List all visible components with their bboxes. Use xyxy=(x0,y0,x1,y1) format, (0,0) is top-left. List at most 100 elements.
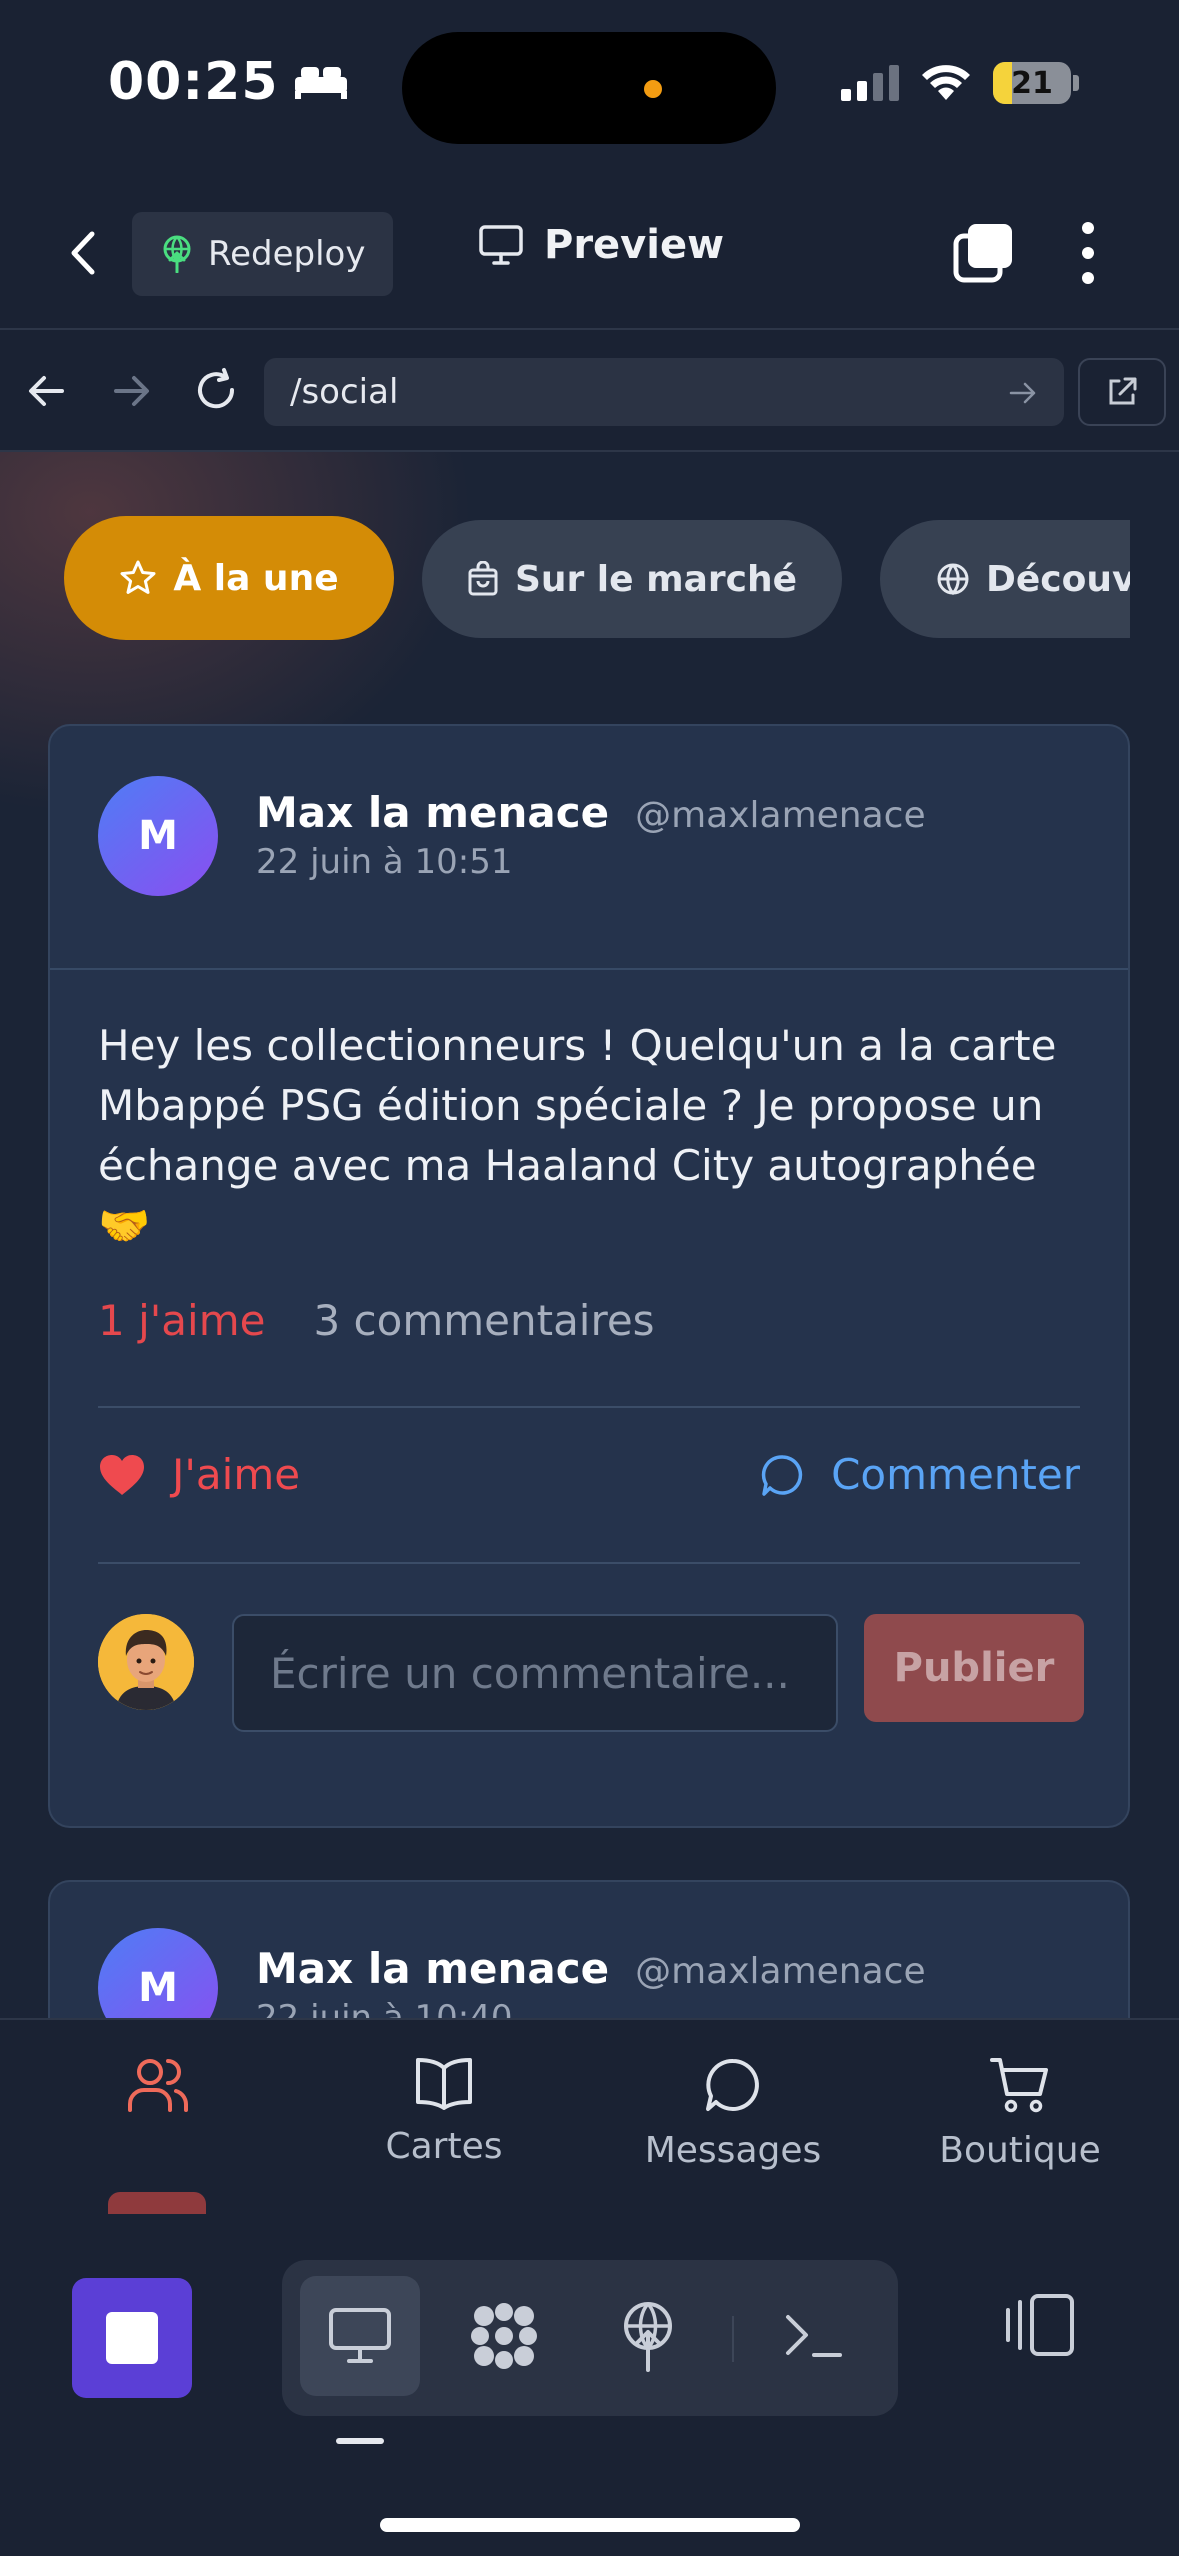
chip-featured[interactable]: À la une xyxy=(64,516,394,640)
author-name[interactable]: Max la menace xyxy=(256,788,609,837)
message-circle-icon xyxy=(704,2056,762,2114)
chip-discover[interactable]: Découvr xyxy=(880,520,1130,638)
bed-icon xyxy=(293,63,349,101)
filter-chips: À la une Sur le marché Découvr xyxy=(64,516,1130,646)
tab-shop[interactable]: Boutique xyxy=(900,2056,1140,2171)
likes-count[interactable]: 1 j'aime xyxy=(98,1296,265,1345)
author-line: Max la menace @maxlamenace xyxy=(256,788,926,837)
tool-separator xyxy=(732,2316,734,2362)
preview-button[interactable]: Preview xyxy=(478,222,724,268)
tool-dock xyxy=(0,2214,1179,2556)
molecule-icon xyxy=(471,2303,537,2369)
tab-label: Cartes xyxy=(385,2126,503,2167)
tabs-icon xyxy=(953,224,1012,283)
reload-button[interactable] xyxy=(192,366,240,414)
tool-preview[interactable] xyxy=(300,2276,420,2396)
globe-icon xyxy=(936,562,970,596)
browser-back-button[interactable] xyxy=(26,370,68,412)
chip-label: Découvr xyxy=(986,558,1130,600)
side-panel-icon xyxy=(1006,2294,1074,2356)
dynamic-island xyxy=(402,32,776,144)
reload-icon xyxy=(198,368,235,409)
post-date: 22 juin à 10:51 xyxy=(256,842,513,882)
author-avatar[interactable]: M xyxy=(98,1928,218,2018)
redeploy-button[interactable]: Redeploy xyxy=(132,212,394,296)
shopping-cart-icon xyxy=(990,2056,1050,2114)
wifi-icon xyxy=(921,64,971,102)
monitor-icon xyxy=(478,224,524,266)
like-label: J'aime xyxy=(172,1450,301,1499)
comment-button[interactable]: Commenter xyxy=(761,1450,1080,1499)
tab-label: Messages xyxy=(644,2130,822,2171)
divider xyxy=(98,1562,1080,1564)
back-button[interactable] xyxy=(60,228,110,278)
open-book-icon xyxy=(414,2056,474,2110)
go-arrow-icon[interactable] xyxy=(1008,378,1038,408)
author-line: Max la menace @maxlamenace xyxy=(256,1944,926,1993)
open-external-button[interactable] xyxy=(1078,358,1166,426)
social-page: À la une Sur le marché Découvr M Max la … xyxy=(0,452,1179,2018)
monitor-icon xyxy=(329,2308,391,2363)
more-options-button[interactable] xyxy=(1068,220,1108,286)
post-date: 22 juin à 10:40 xyxy=(256,1998,513,2018)
current-user-avatar xyxy=(98,1614,194,1710)
battery-level: 21 xyxy=(1011,65,1053,101)
status-right: 21 xyxy=(841,62,1079,104)
kebab-menu-icon xyxy=(1082,222,1094,284)
author-avatar[interactable]: M xyxy=(98,776,218,896)
deploy-icon xyxy=(160,235,194,273)
author-handle[interactable]: @maxlamenace xyxy=(635,1951,926,1992)
tab-social[interactable] xyxy=(38,2056,278,2130)
post-header: M Max la menace @maxlamenace 22 juin à 1… xyxy=(50,1882,1128,2018)
status-time: 00:25 xyxy=(108,52,279,112)
stop-button[interactable] xyxy=(72,2278,192,2398)
post-card: M Max la menace @maxlamenace 22 juin à 1… xyxy=(48,724,1130,1828)
tool-group xyxy=(282,2260,898,2416)
url-field[interactable]: /social xyxy=(264,358,1064,426)
post-stats: 1 j'aime 3 commentaires xyxy=(98,1296,655,1345)
redeploy-label: Redeploy xyxy=(208,234,366,274)
cellular-signal-icon xyxy=(841,65,899,101)
battery-cap xyxy=(1073,75,1079,91)
chip-marketplace[interactable]: Sur le marché xyxy=(422,520,842,638)
comments-count[interactable]: 3 commentaires xyxy=(313,1296,654,1345)
tool-deploy[interactable] xyxy=(588,2276,708,2396)
tab-cards[interactable]: Cartes xyxy=(324,2056,564,2167)
browser-forward-button[interactable] xyxy=(110,370,152,412)
author-handle[interactable]: @maxlamenace xyxy=(635,795,926,836)
comment-label: Commenter xyxy=(831,1450,1080,1499)
preview-label: Preview xyxy=(544,222,725,268)
post-body: Hey les collectionneurs ! Quelqu'un a la… xyxy=(98,1021,1057,1250)
tab-messages[interactable]: Messages xyxy=(613,2056,853,2171)
chip-label: Sur le marché xyxy=(514,558,798,600)
status-time-group: 00:25 xyxy=(108,52,349,112)
stop-icon xyxy=(106,2312,158,2364)
heart-icon xyxy=(98,1453,146,1497)
arrow-right-icon xyxy=(114,376,149,406)
tool-workspace[interactable] xyxy=(444,2276,564,2396)
url-text: /social xyxy=(290,372,399,412)
browser-bar: /social xyxy=(0,332,1179,452)
chip-label: À la une xyxy=(173,557,339,599)
battery-icon: 21 xyxy=(993,62,1071,104)
panel-toggle-button[interactable] xyxy=(1004,2292,1078,2358)
terminal-icon xyxy=(786,2315,842,2357)
active-tool-indicator xyxy=(336,2438,384,2444)
tab-label: Boutique xyxy=(939,2130,1101,2171)
publish-button[interactable]: Publier xyxy=(864,1614,1084,1722)
status-bar: 00:25 21 xyxy=(0,0,1179,170)
star-icon xyxy=(119,559,157,597)
post-card: M Max la menace @maxlamenace 22 juin à 1… xyxy=(48,1880,1130,2018)
like-button[interactable]: J'aime xyxy=(98,1450,300,1499)
home-indicator[interactable] xyxy=(380,2518,800,2532)
author-name[interactable]: Max la menace xyxy=(256,1944,609,1993)
external-link-icon xyxy=(1109,377,1137,405)
deploy-icon xyxy=(624,2302,672,2372)
recording-indicator-icon xyxy=(644,80,662,98)
tool-terminal[interactable] xyxy=(754,2276,874,2396)
shopping-bag-icon xyxy=(467,561,499,597)
comment-input[interactable] xyxy=(232,1614,838,1732)
arrow-left-icon xyxy=(29,376,64,406)
user-avatar-illustration xyxy=(98,1614,194,1710)
tabs-button[interactable] xyxy=(952,222,1014,284)
